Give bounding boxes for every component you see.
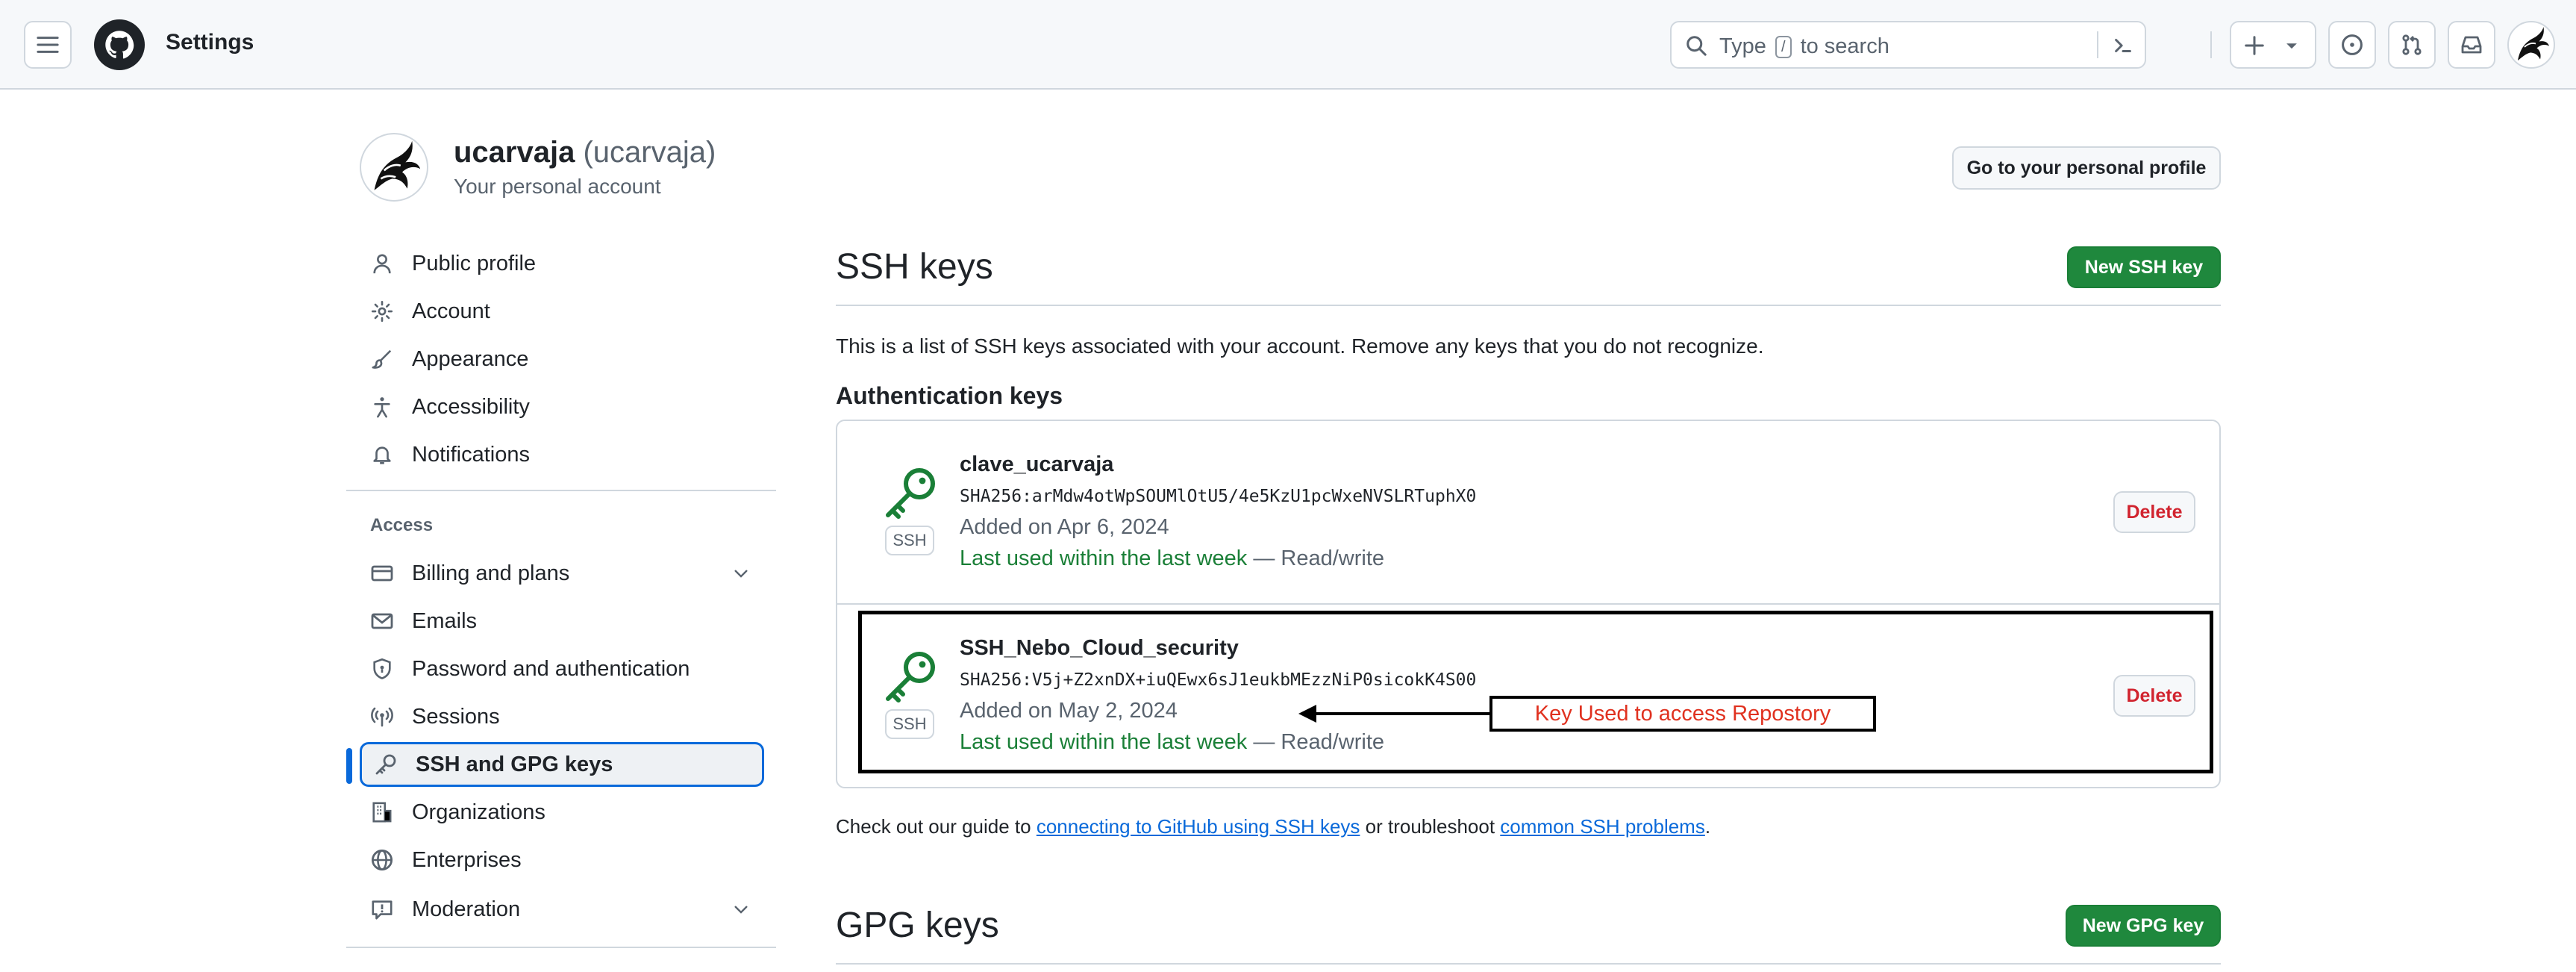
accessibility-icon — [374, 397, 390, 418]
sidebar-item-label: Account — [412, 299, 490, 323]
git-pull-request-icon — [2402, 34, 2422, 55]
sidebar-group-access: Access — [370, 515, 434, 535]
sidebar-item-sessions[interactable]: Sessions — [358, 694, 764, 739]
sidebar-item-label: Emails — [412, 608, 478, 633]
new-ssh-key-button[interactable]: New SSH key — [2067, 246, 2221, 288]
paintbrush-icon — [372, 349, 392, 369]
key-row-separator — [836, 603, 2221, 605]
sidebar-item-label: Billing and plans — [412, 561, 570, 585]
ssh-heading-rule — [836, 305, 2221, 306]
sidebar-item-public-profile[interactable]: Public profile — [358, 241, 764, 286]
sidebar-item-label: Notifications — [412, 442, 530, 467]
github-logo[interactable] — [94, 19, 145, 70]
issues-button[interactable] — [2328, 21, 2376, 69]
connecting-guide-link[interactable]: connecting to GitHub using SSH keys — [1037, 815, 1360, 838]
sidebar-item-accessibility[interactable]: Accessibility — [358, 384, 764, 429]
gpg-heading-rule — [836, 963, 2221, 965]
sidebar-item-label: Password and authentication — [412, 656, 690, 681]
globe-icon — [371, 849, 393, 871]
sidebar-separator — [346, 947, 776, 948]
ssh-badge: SSH — [885, 526, 934, 555]
ssh-description: This is a list of SSH keys associated wi… — [836, 334, 1764, 358]
chevron-down-icon — [734, 906, 748, 914]
gear-icon — [371, 300, 393, 323]
profile-avatar — [360, 133, 428, 202]
sidebar-item-notifications[interactable]: Notifications — [358, 432, 764, 477]
go-to-profile-button[interactable]: Go to your personal profile — [1952, 146, 2221, 190]
pull-requests-button[interactable] — [2388, 21, 2436, 69]
sidebar-item-appearance[interactable]: Appearance — [358, 337, 764, 381]
create-new-button[interactable] — [2230, 21, 2316, 69]
shield-lock-icon — [373, 658, 391, 679]
top-header: Settings Type / to search — [0, 0, 2576, 90]
key-fingerprint: SHA256:arMdw4otWpSOUMlOtU5/4e5KzU1pcWxeN… — [960, 487, 1477, 506]
broadcast-icon — [371, 707, 393, 727]
sidebar-item-emails[interactable]: Emails — [358, 599, 764, 644]
key-added-date: Added on Apr 6, 2024 — [960, 515, 1169, 539]
hamburger-icon — [37, 37, 59, 53]
chevron-down-icon — [734, 570, 748, 578]
header-divider — [2210, 31, 2212, 58]
key-last-used: Last used within the last week — Read/wr… — [960, 546, 1385, 570]
sidebar-item-label: Sessions — [412, 704, 500, 729]
user-avatar[interactable] — [2507, 21, 2555, 69]
dragon-avatar-icon — [2518, 27, 2549, 60]
sidebar-item-label: Appearance — [412, 346, 529, 371]
annotation-label: Key Used to access Repostory — [1489, 696, 1876, 732]
sidebar-item-ssh-gpg-keys[interactable]: SSH and GPG keys — [360, 742, 764, 787]
delete-key-button[interactable]: Delete — [2113, 491, 2195, 533]
search-icon — [1686, 36, 1707, 56]
sidebar-separator — [346, 490, 776, 491]
search-placeholder: Type / to search — [1719, 34, 1889, 58]
search-divider — [2097, 31, 2098, 58]
sidebar-item-label: Enterprises — [412, 847, 522, 872]
sidebar-item-account[interactable]: Account — [358, 289, 764, 334]
inbox-button[interactable] — [2448, 21, 2495, 69]
key-icon — [375, 754, 396, 775]
mail-icon — [371, 613, 393, 629]
sidebar-item-organizations[interactable]: Organizations — [358, 790, 764, 835]
caret-down-icon — [2286, 43, 2297, 49]
sidebar-item-label: SSH and GPG keys — [416, 752, 613, 776]
plus-icon — [2245, 36, 2264, 55]
new-gpg-key-button[interactable]: New GPG key — [2066, 905, 2221, 947]
menu-button[interactable] — [24, 21, 72, 69]
gpg-keys-heading: GPG keys — [836, 906, 999, 945]
sidebar-item-label: Organizations — [412, 800, 545, 824]
credit-card-icon — [371, 565, 393, 582]
sidebar-item-moderation[interactable]: Moderation — [358, 887, 764, 932]
authentication-keys-heading: Authentication keys — [836, 382, 1063, 409]
sidebar-item-enterprises[interactable]: Enterprises — [358, 838, 764, 882]
bell-icon — [373, 446, 391, 464]
search-input[interactable]: Type / to search — [1670, 21, 2146, 69]
sidebar-item-label: Accessibility — [412, 394, 530, 419]
profile-subtitle: Your personal account — [454, 175, 661, 198]
report-icon — [372, 900, 393, 920]
search-shortcut-key: / — [1775, 36, 1792, 58]
inbox-icon — [2461, 36, 2482, 54]
key-icon — [886, 468, 935, 519]
issue-circle-icon — [2342, 34, 2363, 55]
octocat-icon — [105, 31, 134, 59]
active-indicator — [346, 748, 352, 784]
command-palette-icon[interactable] — [2112, 34, 2134, 57]
key-title: clave_ucarvaja — [960, 452, 1114, 476]
annotation-arrow-line — [1313, 712, 1489, 715]
sidebar-item-billing[interactable]: Billing and plans — [358, 551, 764, 596]
organization-icon — [372, 802, 392, 823]
ssh-problems-link[interactable]: common SSH problems — [1500, 815, 1705, 838]
person-icon — [373, 254, 391, 274]
sidebar-item-password[interactable]: Password and authentication — [358, 647, 764, 691]
app-title: Settings — [166, 30, 254, 54]
dragon-avatar-icon — [374, 140, 421, 190]
sidebar-item-label: Public profile — [412, 251, 537, 275]
ssh-keys-heading: SSH keys — [836, 247, 993, 287]
sidebar-item-label: Moderation — [412, 897, 521, 921]
annotation-highlight-box — [858, 611, 2213, 773]
profile-name: ucarvaja (ucarvaja) — [454, 136, 716, 169]
profile-handle: (ucarvaja) — [583, 136, 716, 169]
ssh-guide-text: Check out our guide to connecting to Git… — [836, 815, 1711, 838]
